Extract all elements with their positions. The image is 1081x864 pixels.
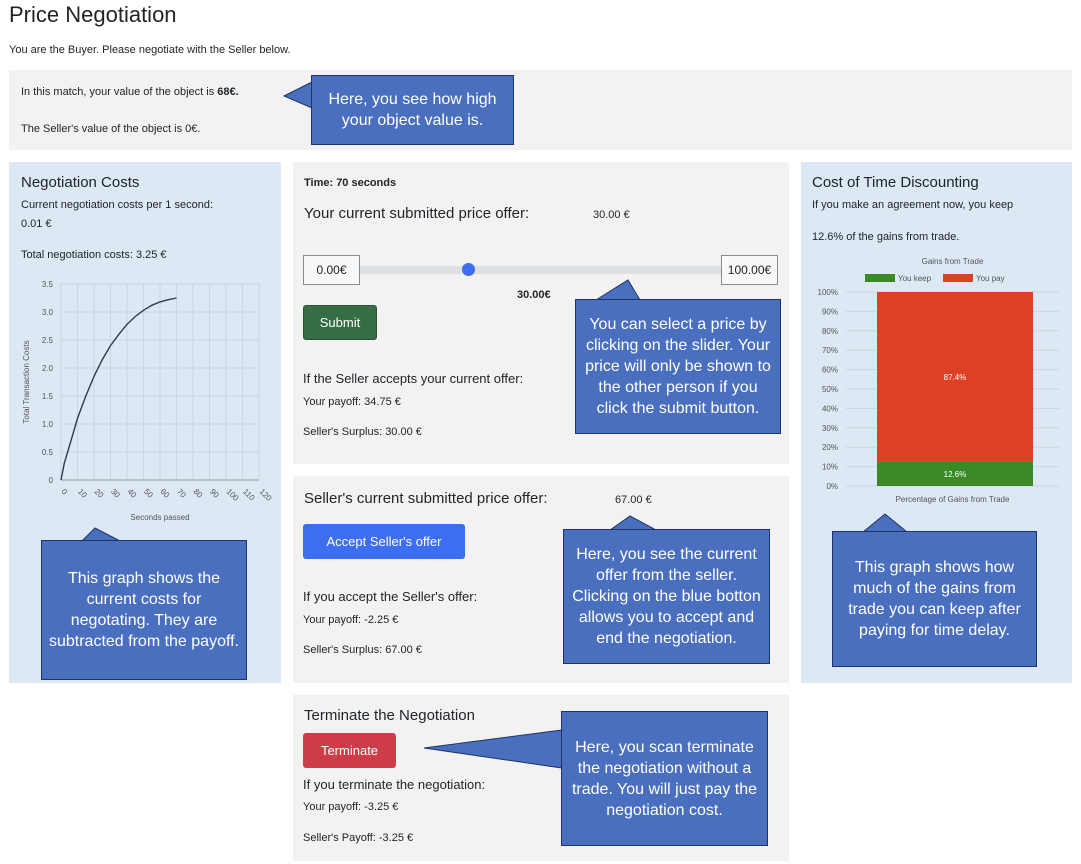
callout-pointers: [80, 81, 909, 769]
gains-callout: This graph shows how much of the gains f…: [832, 531, 1037, 667]
gains-callout-pointer: [861, 513, 909, 533]
terminate-callout: Here, you scan terminate the negotiation…: [561, 711, 768, 846]
value-callout-pointer: [282, 81, 313, 109]
slider-callout-pointer: [594, 279, 641, 301]
seller-callout: Here, you see the current offer from the…: [563, 529, 770, 664]
value-callout: Here, you see how high your object value…: [311, 75, 514, 145]
terminate-callout-pointer: [423, 729, 563, 769]
costs-callout: This graph shows the current costs for n…: [41, 540, 247, 680]
slider-callout: You can select a price by clicking on th…: [575, 299, 781, 434]
seller-callout-pointer: [608, 515, 657, 531]
